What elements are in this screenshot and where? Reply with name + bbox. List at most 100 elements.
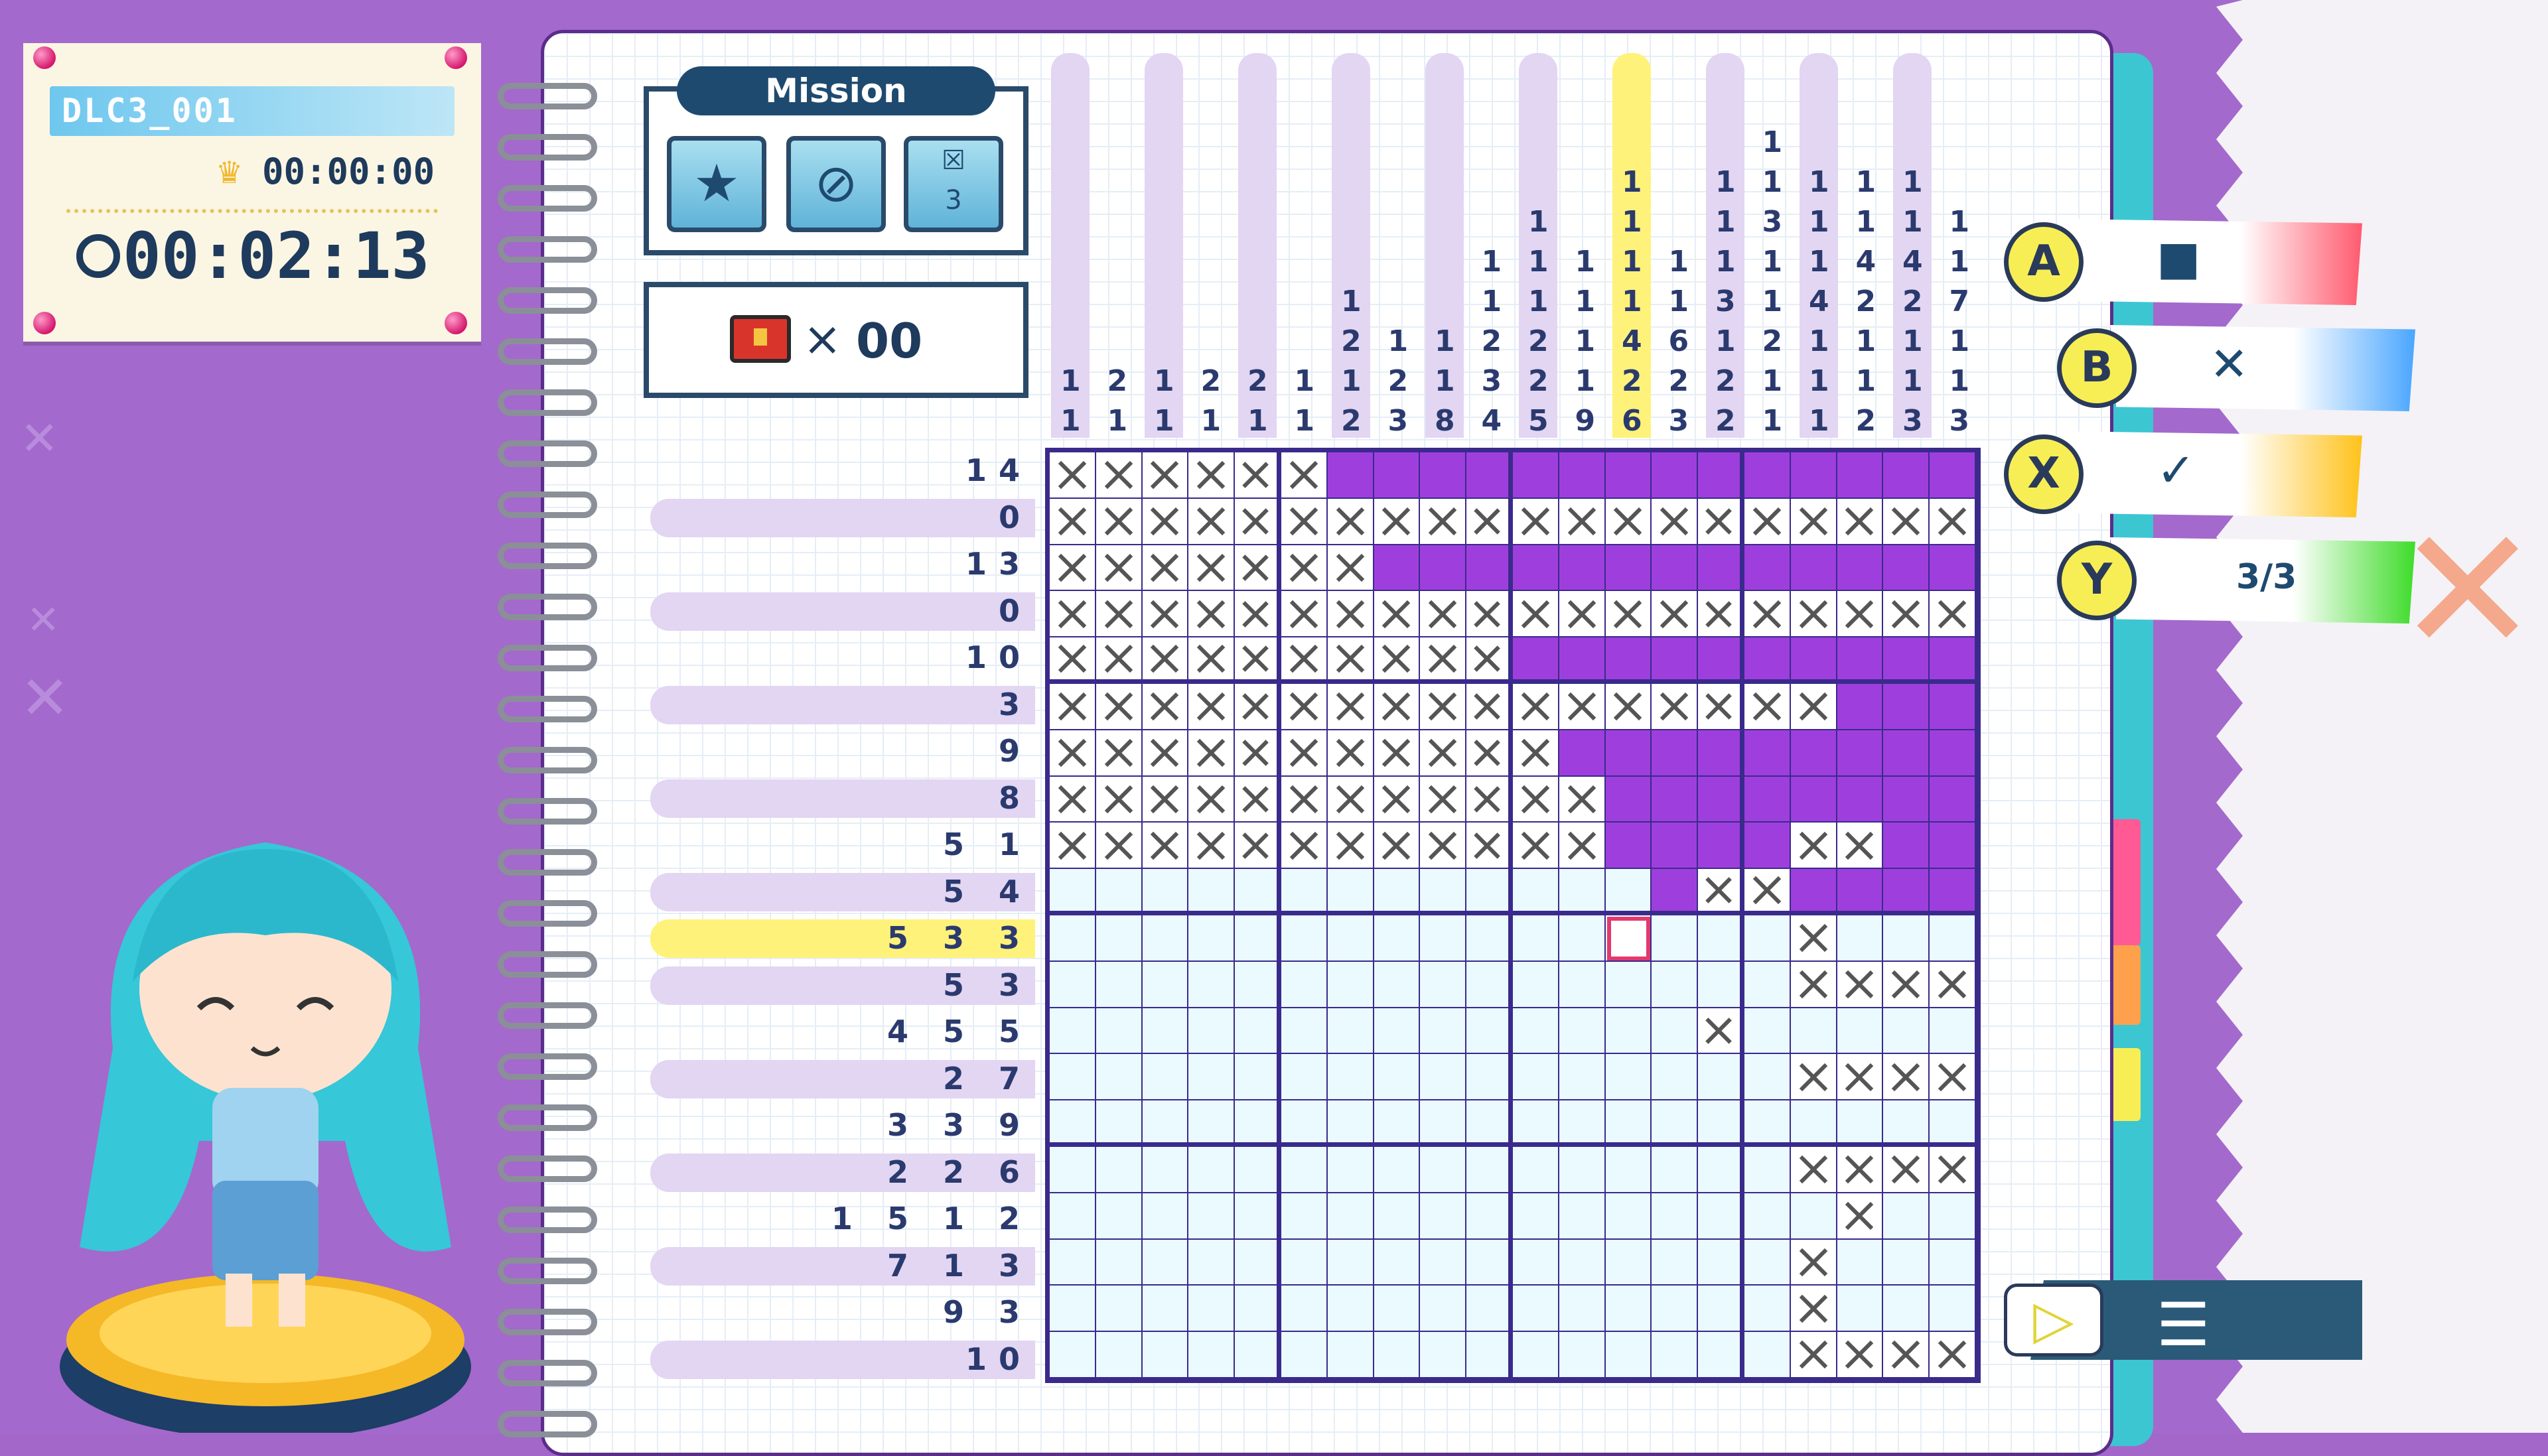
grid-cell[interactable] [1188,915,1236,962]
grid-cell[interactable] [1142,823,1189,870]
grid-cell[interactable] [1698,1239,1744,1286]
grid-cell[interactable] [1374,1008,1421,1055]
grid-cell[interactable] [1790,545,1837,592]
grid-cell[interactable] [1837,869,1884,915]
grid-cell[interactable] [1883,1239,1930,1286]
grid-cell[interactable] [1235,1147,1281,1193]
grid-cell[interactable] [1790,498,1837,545]
grid-cell[interactable] [1420,1054,1467,1101]
grid-cell[interactable] [1930,1193,1976,1240]
grid-cell[interactable] [1466,869,1513,915]
grid-cell[interactable] [1930,545,1976,592]
grid-cell[interactable] [1883,545,1930,592]
grid-cell[interactable] [1096,1332,1143,1378]
grid-cell[interactable] [1652,915,1699,962]
grid-cell[interactable] [1050,730,1096,777]
grid-cell[interactable] [1466,1332,1513,1378]
grid-cell[interactable] [1374,1100,1421,1147]
grid-cell[interactable] [1096,915,1143,962]
grid-cell[interactable] [1744,1008,1791,1055]
grid-cell[interactable] [1327,776,1374,823]
grid-cell[interactable] [1374,637,1421,684]
grid-cell[interactable] [1327,1054,1374,1101]
grid-cell[interactable] [1559,1239,1606,1286]
grid-cell[interactable] [1327,1008,1374,1055]
grid-cell[interactable] [1466,591,1513,638]
grid-cell[interactable] [1559,545,1606,592]
grid-cell[interactable] [1559,823,1606,870]
grid-cell[interactable] [1513,730,1559,777]
grid-cell[interactable] [1744,684,1791,730]
grid-cell[interactable] [1559,452,1606,499]
grid-cell[interactable] [1327,823,1374,870]
grid-cell[interactable] [1930,1008,1976,1055]
grid-cell[interactable] [1837,1054,1884,1101]
grid-cell[interactable] [1374,823,1421,870]
grid-cell[interactable] [1235,1100,1281,1147]
grid-cell[interactable] [1050,1147,1096,1193]
grid-cell[interactable] [1142,1286,1189,1333]
grid-cell[interactable] [1698,1193,1744,1240]
grid-cell[interactable] [1559,1008,1606,1055]
grid-cell[interactable] [1837,1100,1884,1147]
grid-cell[interactable] [1188,637,1236,684]
grid-cell[interactable] [1374,730,1421,777]
grid-cell[interactable] [1837,1332,1884,1378]
grid-cell[interactable] [1652,498,1699,545]
grid-cell[interactable] [1327,545,1374,592]
grid-cell[interactable] [1837,591,1884,638]
grid-cell[interactable] [1466,637,1513,684]
grid-cell[interactable] [1698,869,1744,915]
grid-cell[interactable] [1744,1239,1791,1286]
grid-cell[interactable] [1050,637,1096,684]
grid-cell[interactable] [1281,730,1328,777]
menu-list-icon[interactable]: ☰ [2157,1290,2210,1360]
grid-cell[interactable] [1883,1193,1930,1240]
grid-cell[interactable] [1420,915,1467,962]
grid-cell[interactable] [1605,637,1652,684]
grid-cell[interactable] [1744,637,1791,684]
grid-cell[interactable] [1652,637,1699,684]
grid-cell[interactable] [1188,730,1236,777]
grid-cell[interactable] [1605,961,1652,1008]
grid-cell[interactable] [1466,498,1513,545]
grid-cell[interactable] [1281,684,1328,730]
grid-cell[interactable] [1050,1332,1096,1378]
grid-cell[interactable] [1374,498,1421,545]
grid-cell[interactable] [1374,1239,1421,1286]
grid-cell[interactable] [1466,1008,1513,1055]
grid-cell[interactable] [1605,1239,1652,1286]
grid-cell[interactable] [1235,452,1281,499]
grid-cell[interactable] [1698,1147,1744,1193]
grid-cell[interactable] [1466,1100,1513,1147]
grid-cell[interactable] [1096,823,1143,870]
grid-cell[interactable] [1559,1193,1606,1240]
grid-cell[interactable] [1374,684,1421,730]
grid-cell[interactable] [1188,1054,1236,1101]
grid-cell[interactable] [1142,498,1189,545]
grid-cell[interactable] [1605,684,1652,730]
grid-cell[interactable] [1281,637,1328,684]
grid-cell[interactable] [1374,869,1421,915]
grid-cell[interactable] [1096,1100,1143,1147]
grid-cell[interactable] [1559,730,1606,777]
grid-cell[interactable] [1790,1286,1837,1333]
grid-cell[interactable] [1559,1054,1606,1101]
grid-cell[interactable] [1605,1054,1652,1101]
grid-cell[interactable] [1420,1332,1467,1378]
grid-cell[interactable] [1281,452,1328,499]
grid-cell[interactable] [1050,776,1096,823]
grid-cell[interactable] [1466,545,1513,592]
grid-cell[interactable] [1235,637,1281,684]
grid-cell[interactable] [1513,869,1559,915]
grid-cell[interactable] [1652,545,1699,592]
grid-cell[interactable] [1050,1008,1096,1055]
grid-cell[interactable] [1513,545,1559,592]
grid-cell[interactable] [1142,1239,1189,1286]
grid-cell[interactable] [1420,961,1467,1008]
grid-cell[interactable] [1744,498,1791,545]
grid-cell[interactable] [1698,684,1744,730]
grid-cell[interactable] [1281,591,1328,638]
grid-cell[interactable] [1466,776,1513,823]
grid-cell[interactable] [1281,823,1328,870]
